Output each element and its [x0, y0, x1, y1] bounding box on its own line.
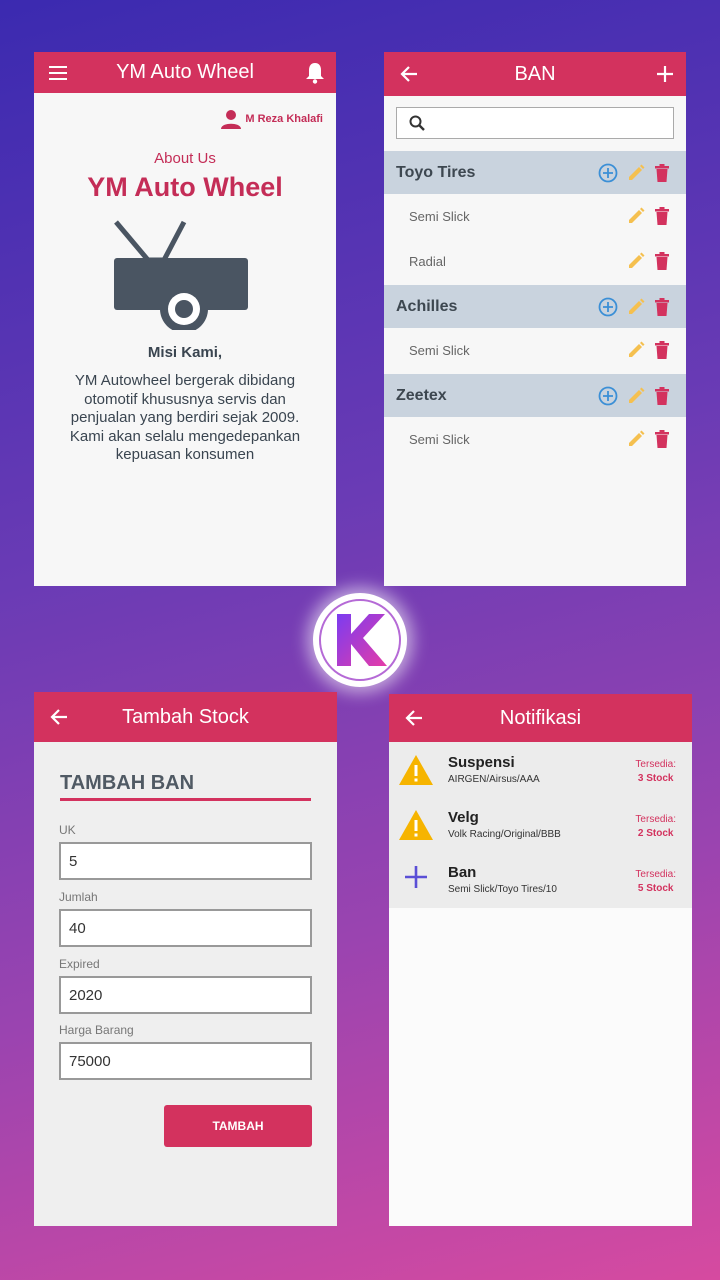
warning-icon: [398, 809, 434, 841]
notification-item[interactable]: Ban Semi Slick/Toyo Tires/10 Tersedia: 5…: [389, 852, 692, 907]
availability: Tersedia: 5 Stock: [635, 868, 676, 896]
list-item[interactable]: Radial: [384, 239, 686, 283]
availability: Tersedia: 2 Stock: [635, 813, 676, 841]
add-stock-screen: Tambah Stock TAMBAH BAN UK 5 Jumlah 40 E…: [34, 692, 337, 1226]
back-arrow-icon[interactable]: [405, 710, 423, 726]
notification-detail: Semi Slick/Toyo Tires/10: [448, 884, 557, 895]
pencil-icon[interactable]: [627, 387, 645, 405]
about-label: About Us: [154, 150, 216, 167]
about-title: YM Auto Wheel: [87, 172, 283, 202]
harga-field[interactable]: 75000: [59, 1042, 312, 1080]
screen-title: Notifikasi: [499, 706, 582, 729]
item-name: Radial: [409, 253, 446, 269]
list-item[interactable]: Semi Slick: [384, 328, 686, 372]
add-circle-icon[interactable]: [598, 163, 618, 183]
menu-icon[interactable]: [49, 65, 67, 80]
user-icon: [221, 109, 242, 129]
plus-icon: [403, 864, 429, 890]
notification-screen: Notifikasi Suspensi AIRGEN/Airsus/AAA Te…: [389, 694, 692, 1226]
plus-icon[interactable]: [656, 65, 674, 83]
brand-row[interactable]: Toyo Tires: [384, 151, 686, 194]
pencil-icon[interactable]: [627, 207, 645, 225]
notification-title: Velg: [448, 809, 479, 826]
screen-title: Tambah Stock: [122, 705, 249, 728]
field-label-uk: UK: [59, 823, 76, 837]
pencil-icon[interactable]: [627, 430, 645, 448]
uk-field[interactable]: 5: [59, 842, 312, 880]
form-title: TAMBAH BAN: [60, 772, 195, 794]
app-bar: YM Auto Wheel: [34, 52, 336, 93]
user-info[interactable]: M Reza Khalafi: [221, 109, 323, 129]
notification-detail: Volk Racing/Original/BBB: [448, 829, 561, 840]
item-name: Semi Slick: [409, 208, 470, 224]
list-item[interactable]: Semi Slick: [384, 417, 686, 461]
mission-heading: Misi Kami,: [147, 344, 223, 361]
search-icon: [409, 115, 425, 131]
brand-name: Achilles: [396, 297, 458, 315]
mission-text: YM Autowheel bergerak dibidang otomotif …: [69, 372, 301, 463]
back-arrow-icon[interactable]: [50, 709, 68, 725]
trash-icon[interactable]: [654, 341, 670, 359]
trash-icon[interactable]: [654, 163, 670, 182]
form-title-underline: [60, 798, 311, 801]
k-logo: [313, 593, 407, 687]
jumlah-field[interactable]: 40: [59, 909, 312, 947]
brand-name: Toyo Tires: [396, 163, 476, 181]
screen-title: BAN: [514, 62, 556, 85]
notification-item[interactable]: Suspensi AIRGEN/Airsus/AAA Tersedia: 3 S…: [389, 742, 692, 797]
pencil-icon[interactable]: [627, 341, 645, 359]
field-label-harga: Harga Barang: [59, 1023, 134, 1037]
stock-count: 5 Stock: [637, 883, 674, 894]
stock-count: 3 Stock: [637, 773, 674, 784]
pencil-icon[interactable]: [627, 252, 645, 270]
app-bar: Notifikasi: [389, 694, 692, 742]
expired-field[interactable]: 2020: [59, 976, 312, 1014]
notification-title: Ban: [448, 864, 477, 881]
notification-detail: AIRGEN/Airsus/AAA: [448, 774, 540, 785]
trash-icon[interactable]: [654, 430, 670, 448]
list-item[interactable]: Semi Slick: [384, 194, 686, 238]
add-circle-icon[interactable]: [598, 386, 618, 406]
pencil-icon[interactable]: [627, 298, 645, 316]
user-name: M Reza Khalafi: [245, 113, 323, 125]
notification-title: Suspensi: [448, 754, 515, 771]
item-name: Semi Slick: [409, 431, 470, 447]
k-letter-icon: [337, 614, 387, 666]
availability-label: Tersedia:: [635, 814, 676, 825]
trash-icon[interactable]: [654, 297, 670, 316]
back-arrow-icon[interactable]: [400, 66, 418, 82]
availability-label: Tersedia:: [635, 869, 676, 880]
search-input[interactable]: [396, 107, 674, 139]
field-label-jumlah: Jumlah: [59, 890, 98, 904]
app-bar: Tambah Stock: [34, 692, 337, 742]
trash-icon[interactable]: [654, 207, 670, 225]
field-label-expired: Expired: [59, 957, 100, 971]
stock-count: 2 Stock: [637, 828, 674, 839]
bell-icon[interactable]: [305, 62, 325, 84]
notification-list: Suspensi AIRGEN/Airsus/AAA Tersedia: 3 S…: [389, 742, 692, 908]
app-title: YM Auto Wheel: [116, 61, 254, 83]
about-screen: YM Auto Wheel M Reza Khalafi About Us YM…: [34, 52, 336, 586]
notification-item[interactable]: Velg Volk Racing/Original/BBB Tersedia: …: [389, 797, 692, 852]
pencil-icon[interactable]: [627, 164, 645, 182]
trash-icon[interactable]: [654, 252, 670, 270]
item-name: Semi Slick: [409, 342, 470, 358]
availability: Tersedia: 3 Stock: [635, 758, 676, 786]
warning-icon: [398, 754, 434, 786]
ban-list-screen: BAN Toyo Tires Semi Slick Radial Achille…: [384, 52, 686, 586]
tambah-button[interactable]: TAMBAH: [164, 1105, 312, 1147]
app-bar: BAN: [384, 52, 686, 96]
car-icon: [112, 218, 248, 335]
availability-label: Tersedia:: [635, 759, 676, 770]
brand-name: Zeetex: [396, 386, 447, 404]
brand-row[interactable]: Achilles: [384, 285, 686, 328]
brand-row[interactable]: Zeetex: [384, 374, 686, 417]
trash-icon[interactable]: [654, 386, 670, 405]
add-circle-icon[interactable]: [598, 297, 618, 317]
